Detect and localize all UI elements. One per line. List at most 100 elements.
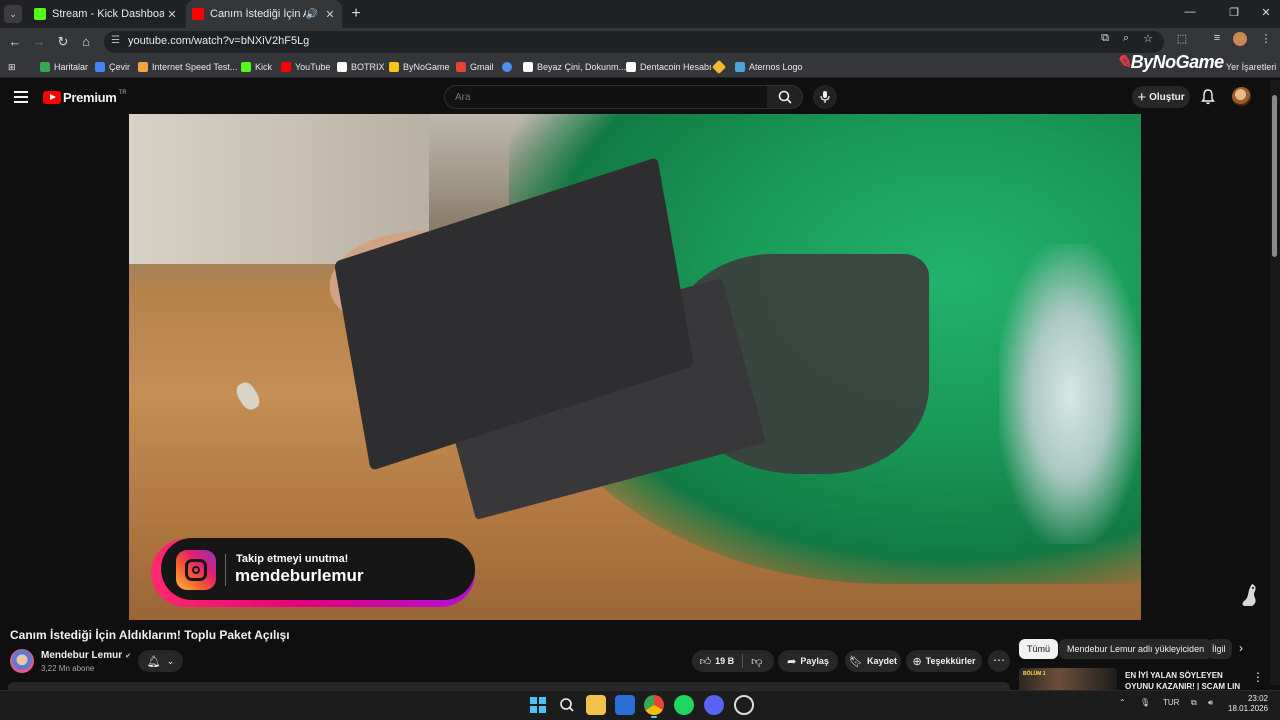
overlay-follow-text: Takip etmeyi unutma! xyxy=(236,553,349,565)
clock[interactable]: 23:02 18.01.2026 xyxy=(1228,694,1268,714)
kick-favicon-icon xyxy=(34,8,46,20)
subscriber-count: 3,22 Mn abone xyxy=(41,664,95,673)
apps-grid-icon[interactable]: ⊞ xyxy=(8,56,16,78)
bookmark-youtube[interactable]: YouTube xyxy=(281,56,330,78)
subscription-bell-button[interactable]: 🔔︎ ⌄ xyxy=(138,650,183,672)
youtube-favicon-icon xyxy=(192,8,204,20)
chip-from-uploader[interactable]: Mendebur Lemur adlı yükleyiciden xyxy=(1059,639,1213,659)
bookmark-gmail[interactable]: Gmail xyxy=(456,56,494,78)
recommendation-title[interactable]: EN İYİ YALAN SÖYLEYEN OYUNU KAZANIR! | S… xyxy=(1125,670,1245,690)
scrollbar-thumb[interactable] xyxy=(1272,95,1277,257)
video-frame-screw xyxy=(233,379,263,413)
maps-icon xyxy=(40,62,50,72)
bookmark-cevir[interactable]: Çevir xyxy=(95,56,130,78)
bookmark-unnamed-2[interactable] xyxy=(711,56,728,78)
binance-icon xyxy=(711,59,727,75)
recommendation-menu-icon[interactable]: ⋮ xyxy=(1252,670,1264,684)
new-tab-button[interactable]: + xyxy=(346,4,366,24)
search-box[interactable] xyxy=(444,85,768,109)
notifications-bell-icon[interactable] xyxy=(1199,88,1217,106)
bookmark-beyaz-cini[interactable]: Beyaz Çini, Dokunm... xyxy=(523,56,626,78)
taskbar-search-button[interactable] xyxy=(557,695,577,715)
chrome-icon[interactable] xyxy=(644,695,664,718)
bookmark-bynogame[interactable]: ByNoGame xyxy=(389,56,450,78)
minimize-button[interactable]: — xyxy=(1180,6,1200,22)
account-avatar[interactable] xyxy=(1232,87,1251,106)
chip-all[interactable]: Tümü xyxy=(1019,639,1059,659)
save-bookmark-icon: 🔖︎ xyxy=(849,655,863,668)
discord-icon[interactable] xyxy=(704,695,724,715)
forward-button[interactable]: → xyxy=(30,33,48,51)
thanks-button[interactable]: ⊕ Teşekkürler xyxy=(906,650,982,672)
bookmark-kick[interactable]: Kick xyxy=(241,56,272,78)
bookmark-aternos[interactable]: Aternos Logo xyxy=(735,56,803,78)
site-info-icon[interactable]: ☰ xyxy=(111,35,120,46)
reload-button[interactable]: ↻ xyxy=(54,33,72,51)
channel-avatar[interactable] xyxy=(10,649,34,673)
microphone-tray-icon[interactable]: 🎙︎ xyxy=(1140,698,1150,707)
reading-list-icon[interactable]: ≡ xyxy=(1210,32,1224,46)
search-icon xyxy=(560,698,574,712)
share-arrow-icon: ➦ xyxy=(787,655,797,668)
create-button[interactable]: + Oluştur xyxy=(1132,86,1190,108)
tab-search-button[interactable]: ⌄ xyxy=(4,5,22,23)
like-button[interactable]: 👍︎ 19 B xyxy=(700,655,735,668)
search-button[interactable] xyxy=(767,85,803,109)
thumbs-up-icon: 👍︎ xyxy=(699,655,712,668)
close-window-button[interactable]: ✕ xyxy=(1256,6,1276,22)
channel-name[interactable]: Mendebur Lemur ✔ xyxy=(41,650,131,661)
bookmark-speedtest[interactable]: Internet Speed Test... xyxy=(138,56,237,78)
menu-kebab-icon[interactable]: ⋮ xyxy=(1259,32,1273,46)
save-button[interactable]: 🔖︎ Kaydet xyxy=(845,650,901,672)
tab-youtube-video[interactable]: Canım İstediği İçin Aldıklarım! 🔊 ✕ xyxy=(186,0,342,28)
omnibox[interactable]: ☰ youtube.com/watch?v=bNXiV2hF5Lg xyxy=(104,31,1164,53)
speaker-icon[interactable]: 🔊 xyxy=(306,9,318,20)
start-button[interactable] xyxy=(528,695,548,715)
youtube-icon xyxy=(281,62,291,72)
description-box[interactable] xyxy=(8,682,1010,690)
bookmark-botrix[interactable]: BOTRIX xyxy=(337,56,385,78)
spotify-icon[interactable] xyxy=(674,695,694,715)
chevron-right-icon[interactable]: › xyxy=(1239,641,1243,655)
tab-kick-dashboard[interactable]: Stream - Kick Dashboard ✕ xyxy=(28,0,184,28)
language-indicator[interactable]: TUR xyxy=(1163,698,1179,707)
share-button[interactable]: ➦ Paylaş xyxy=(778,650,838,672)
close-tab-icon[interactable]: ✕ xyxy=(164,8,180,21)
guide-menu-icon[interactable] xyxy=(14,91,28,103)
search-input[interactable] xyxy=(445,86,767,108)
bookmark-star-icon[interactable]: ☆ xyxy=(1141,32,1155,46)
overlay-handle-text: mendeburlemur xyxy=(235,566,364,585)
verified-check-icon: ✔ xyxy=(125,653,131,660)
tray-overflow-icon[interactable]: ⌃ xyxy=(1119,698,1126,707)
dislike-button[interactable]: 👎︎ xyxy=(751,655,766,668)
chip-related[interactable]: İlgil xyxy=(1208,639,1232,659)
bookmark-haritalar[interactable]: Haritalar xyxy=(40,56,88,78)
windows-taskbar xyxy=(0,690,1280,720)
close-tab-icon[interactable]: ✕ xyxy=(322,8,338,21)
bookmark-unnamed-1[interactable] xyxy=(502,56,516,78)
microphone-icon xyxy=(820,91,830,103)
obs-icon[interactable] xyxy=(734,695,754,715)
recommendation-thumbnail[interactable]: BÖLÜM 1 xyxy=(1019,668,1117,690)
thanks-dollar-icon: ⊕ xyxy=(912,655,922,668)
volume-icon[interactable]: 🔊︎ xyxy=(1208,698,1213,708)
microsoft-store-icon[interactable] xyxy=(615,695,635,715)
botrix-icon xyxy=(337,62,347,72)
install-app-icon[interactable]: ⧉ xyxy=(1098,32,1112,46)
home-button[interactable]: ⌂ xyxy=(77,33,95,51)
file-explorer-icon[interactable] xyxy=(586,695,606,715)
zoom-icon[interactable]: ⌕ xyxy=(1119,32,1133,46)
more-actions-button[interactable]: ⋯ xyxy=(988,650,1010,672)
extensions-icon[interactable]: ⬚ xyxy=(1175,32,1189,46)
bookmark-dentacoin[interactable]: Dentacoin Hesabı xyxy=(626,56,712,78)
network-icon[interactable]: ⧉ xyxy=(1191,698,1197,708)
restore-button[interactable]: ❐ xyxy=(1224,6,1244,22)
other-bookmarks[interactable]: Yer İşaretleri xyxy=(1226,62,1276,72)
like-dislike-group: 👍︎ 19 B 👎︎ xyxy=(692,650,774,672)
voice-search-button[interactable] xyxy=(813,85,837,109)
like-divider xyxy=(742,654,744,668)
youtube-premium-logo[interactable]: Premium TR xyxy=(43,90,127,105)
checker-icon xyxy=(523,62,533,72)
back-button[interactable]: ← xyxy=(6,33,24,51)
profile-avatar[interactable] xyxy=(1233,32,1247,46)
